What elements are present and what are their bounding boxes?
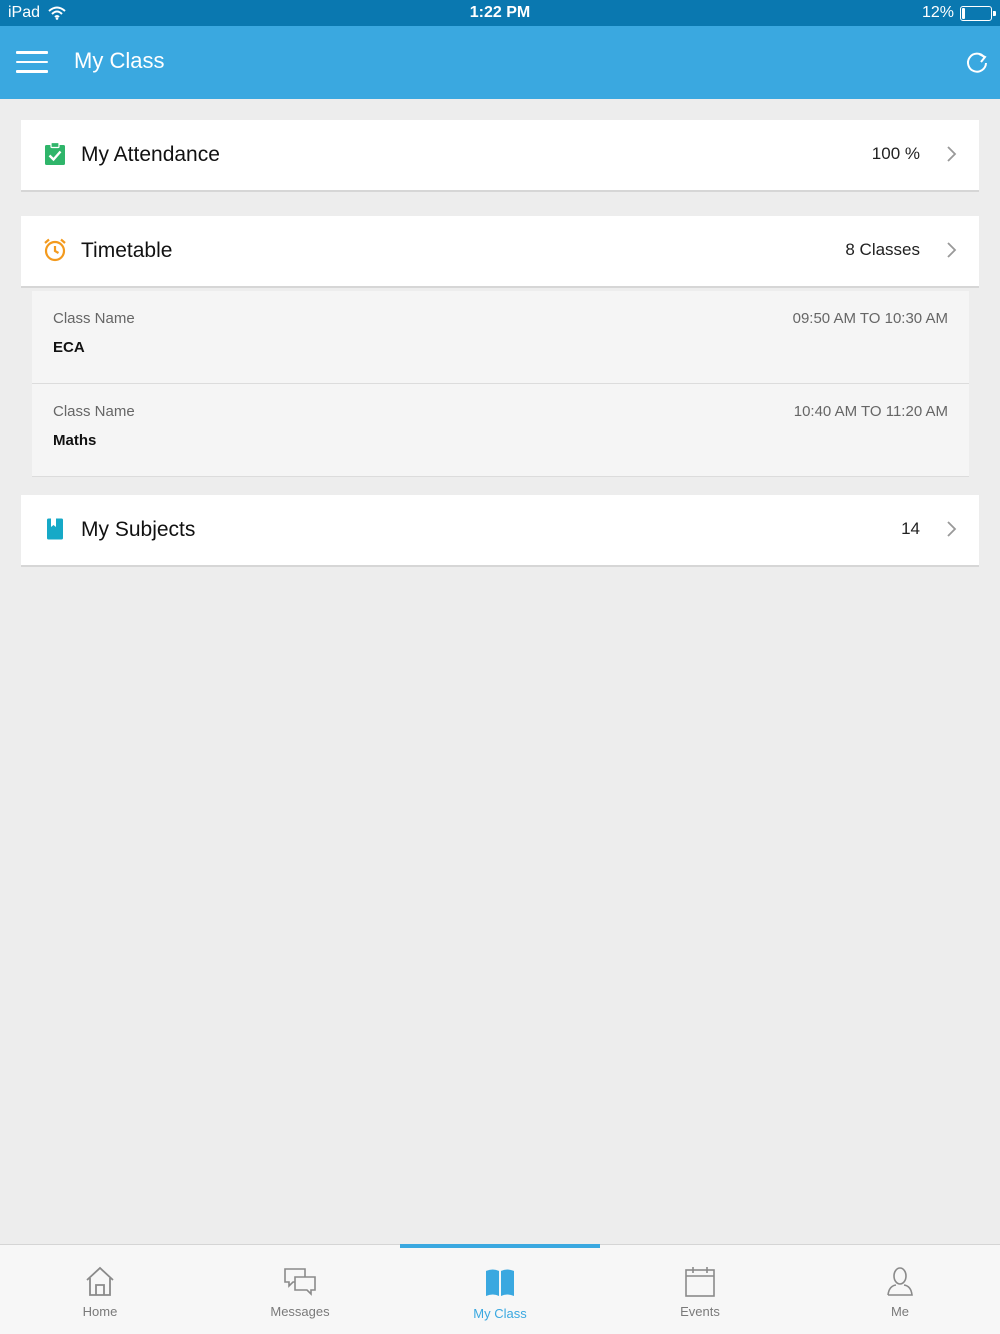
class-name: ECA (53, 339, 85, 356)
page-title: My Class (74, 48, 165, 73)
tab-label: Me (890, 1304, 910, 1319)
class-name-caption: Class Name (53, 310, 135, 327)
alarm-clock-icon (44, 238, 66, 262)
subjects-label: My Subjects (81, 518, 196, 541)
chevron-right-icon (947, 146, 957, 162)
tab-label: Messages (270, 1304, 330, 1319)
hamburger-menu-icon[interactable] (16, 51, 48, 75)
tab-events[interactable]: Events (600, 1245, 800, 1334)
timetable-card[interactable]: Timetable 8 Classes (21, 216, 979, 288)
refresh-icon[interactable] (964, 50, 990, 76)
tab-label: My Class (473, 1306, 527, 1321)
tab-messages[interactable]: Messages (200, 1245, 400, 1334)
status-bar: iPad 1:22 PM 12% (0, 0, 1000, 26)
subjects-card[interactable]: My Subjects 14 (21, 495, 979, 567)
timetable-label: Timetable (81, 239, 173, 262)
class-name-caption: Class Name (53, 403, 135, 420)
subjects-value: 14 (901, 519, 920, 538)
tab-label: Events (680, 1304, 720, 1319)
tab-my-class[interactable]: My Class (400, 1244, 600, 1334)
active-tab-indicator (400, 1244, 600, 1248)
messages-icon (284, 1268, 316, 1296)
tab-bar: Home Messages My Class Events Me (0, 1244, 1000, 1334)
tab-me[interactable]: Me (800, 1245, 1000, 1334)
attendance-value: 100 % (871, 144, 920, 163)
calendar-icon (685, 1267, 715, 1297)
tab-label: Home (82, 1304, 118, 1319)
timetable-row[interactable]: Class Name ECA 09:50 AM TO 10:30 AM (32, 291, 969, 384)
tab-home[interactable]: Home (0, 1245, 200, 1334)
status-time: 1:22 PM (469, 4, 531, 21)
battery-icon (960, 5, 996, 21)
chevron-right-icon (947, 242, 957, 258)
battery-percent: 12% (921, 4, 954, 21)
home-icon (86, 1266, 114, 1296)
timetable-value: 8 Classes (845, 240, 920, 259)
chevron-right-icon (947, 521, 957, 537)
clipboard-check-icon (45, 142, 65, 165)
attendance-card[interactable]: My Attendance 100 % (21, 120, 979, 192)
class-name: Maths (53, 432, 97, 449)
class-time: 09:50 AM TO 10:30 AM (792, 310, 948, 327)
timetable-row[interactable]: Class Name Maths 10:40 AM TO 11:20 AM (32, 384, 969, 477)
battery-fill (962, 7, 965, 19)
timetable-list: Class Name ECA 09:50 AM TO 10:30 AM Clas… (32, 291, 969, 477)
class-time: 10:40 AM TO 11:20 AM (793, 403, 948, 420)
attendance-label: My Attendance (81, 143, 220, 166)
app-bar: My Class (0, 26, 1000, 99)
status-right: 12% (921, 4, 996, 22)
open-book-icon (486, 1269, 514, 1296)
person-icon (887, 1267, 913, 1296)
book-icon (47, 518, 63, 540)
